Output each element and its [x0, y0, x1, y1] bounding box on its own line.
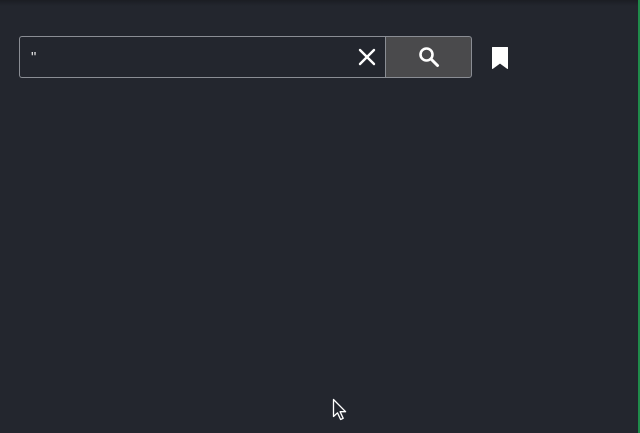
- search-button[interactable]: [385, 36, 472, 78]
- search-box: [19, 36, 385, 78]
- close-icon: [358, 48, 376, 66]
- bookmark-button[interactable]: [489, 45, 511, 71]
- search-bar: [19, 36, 472, 78]
- mouse-pointer-icon: [332, 398, 347, 421]
- bookmark-icon: [492, 47, 508, 69]
- top-shadow: [0, 0, 640, 6]
- clear-search-button[interactable]: [351, 37, 383, 77]
- search-icon: [418, 47, 439, 67]
- app-window: [0, 0, 640, 433]
- search-input[interactable]: [20, 37, 351, 77]
